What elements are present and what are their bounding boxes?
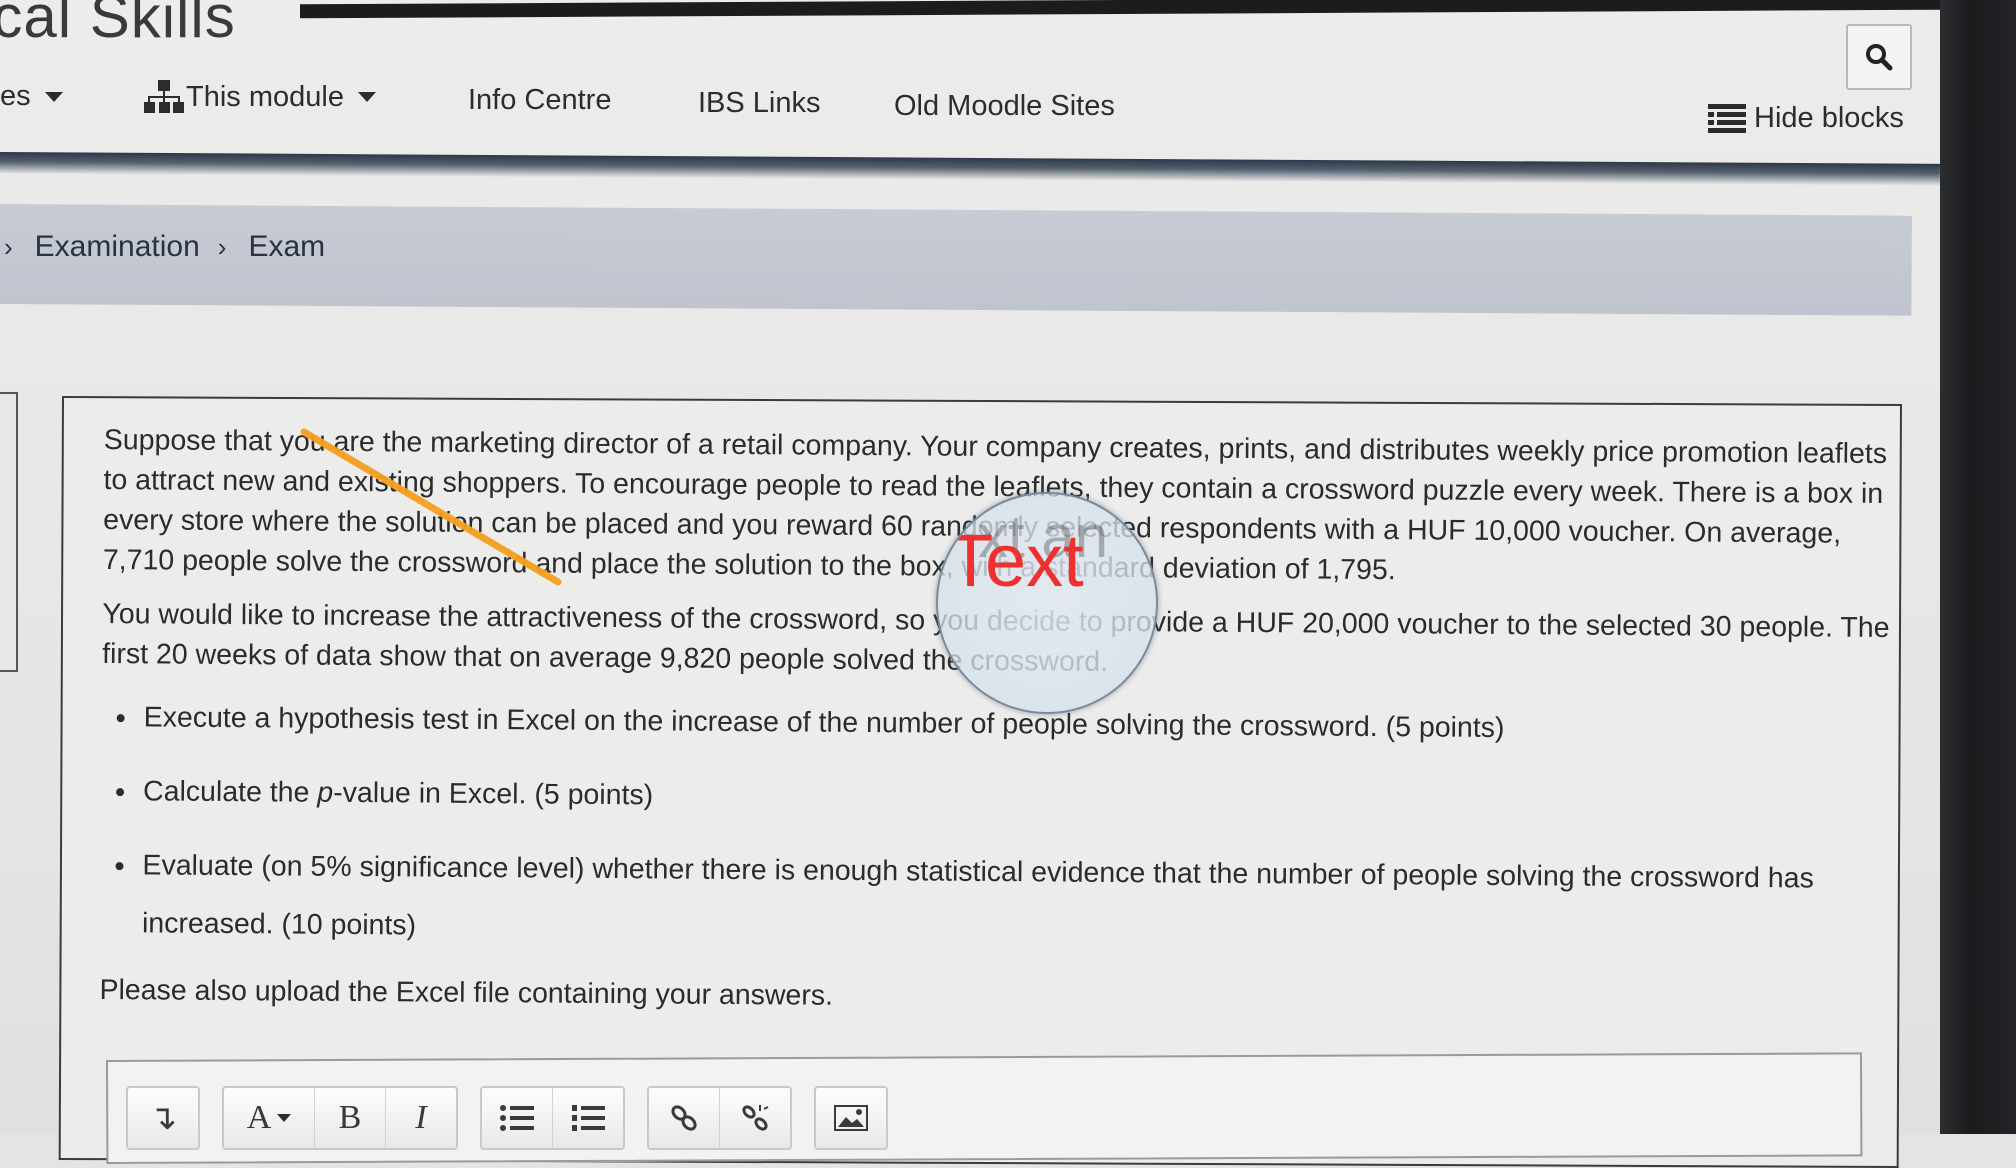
font-style-icon: A: [246, 1099, 272, 1136]
task-item-text: Calculate the: [142, 775, 318, 809]
task-item-italic: p: [317, 776, 334, 809]
chevron-down-icon: [44, 91, 63, 102]
nav-item-ibs-links[interactable]: IBS Links: [698, 87, 821, 120]
chevron-right-icon: ›: [4, 231, 13, 262]
nav-item-this-module-label: This module: [186, 80, 344, 113]
link-icon: [671, 1105, 697, 1131]
sitemap-icon: [144, 80, 184, 113]
task-list: Execute a hypothesis test in Excel on th…: [100, 688, 1892, 966]
font-style-button[interactable]: A: [224, 1088, 315, 1148]
image-icon[interactable]: [816, 1088, 886, 1148]
toolbar-group-style: A B I: [222, 1086, 458, 1150]
link-icon[interactable]: [649, 1088, 720, 1148]
toolbar-group-media: [814, 1086, 888, 1150]
unlink-icon[interactable]: [720, 1088, 790, 1148]
question-info-panel: [0, 392, 18, 672]
nav-item-ibs-links-label: IBS Links: [698, 87, 821, 119]
nav-item-old-moodle-sites[interactable]: Old Moodle Sites: [894, 90, 1115, 123]
task-item-text: -value in Excel. (5 points): [333, 776, 654, 812]
collapse-icon[interactable]: ↴: [128, 1088, 198, 1148]
main-navigation: es This module Info Centre IBS Links Old…: [0, 80, 1940, 134]
magnifier-text: Text: [948, 519, 1084, 602]
nav-item-courses[interactable]: es: [0, 80, 63, 113]
breadcrumb-item-exam[interactable]: Exam: [248, 230, 325, 264]
nav-item-info-centre-label: Info Centre: [468, 84, 612, 116]
italic-icon[interactable]: I: [386, 1088, 456, 1148]
nav-item-this-module[interactable]: This module: [144, 80, 376, 114]
list-icon: [1708, 103, 1746, 133]
monitor-bezel: [1940, 0, 2016, 1134]
task-item: Evaluate (on 5% significance level) whet…: [138, 836, 1891, 966]
bullet-list-icon: [500, 1105, 534, 1131]
bullet-list-icon[interactable]: [482, 1088, 553, 1148]
nav-item-courses-label: es: [0, 80, 31, 112]
hide-blocks-button[interactable]: Hide blocks: [1708, 102, 1904, 135]
upload-note: Please also upload the Excel file contai…: [99, 973, 834, 1012]
numbered-list-icon: [572, 1105, 605, 1131]
numbered-list-icon[interactable]: [553, 1088, 623, 1148]
chevron-down-icon: [277, 1114, 292, 1122]
chevron-right-icon: ›: [217, 231, 227, 262]
editor-toolbar: ↴ A B I: [126, 1086, 906, 1150]
hide-blocks-label: Hide blocks: [1754, 102, 1904, 134]
search-icon: [1866, 44, 1893, 71]
nav-item-old-moodle-sites-label: Old Moodle Sites: [894, 90, 1115, 122]
task-item: Calculate the p-value in Excel. (5 point…: [139, 762, 1891, 834]
bold-icon[interactable]: B: [315, 1088, 386, 1148]
nav-item-info-centre[interactable]: Info Centre: [468, 84, 611, 117]
toolbar-group-lists: [480, 1086, 625, 1150]
toolbar-group-links: [647, 1086, 792, 1150]
site-title: ical Skills: [0, 0, 236, 50]
breadcrumb-item-examination[interactable]: Examination: [35, 230, 200, 264]
toolbar-group-format: ↴: [126, 1086, 200, 1150]
magnifier-lens: xt an Text: [936, 492, 1158, 714]
chevron-down-icon: [357, 92, 376, 102]
breadcrumb: › Examination › Exam: [4, 230, 343, 264]
image-icon: [834, 1105, 868, 1131]
unlink-icon: [742, 1105, 769, 1131]
